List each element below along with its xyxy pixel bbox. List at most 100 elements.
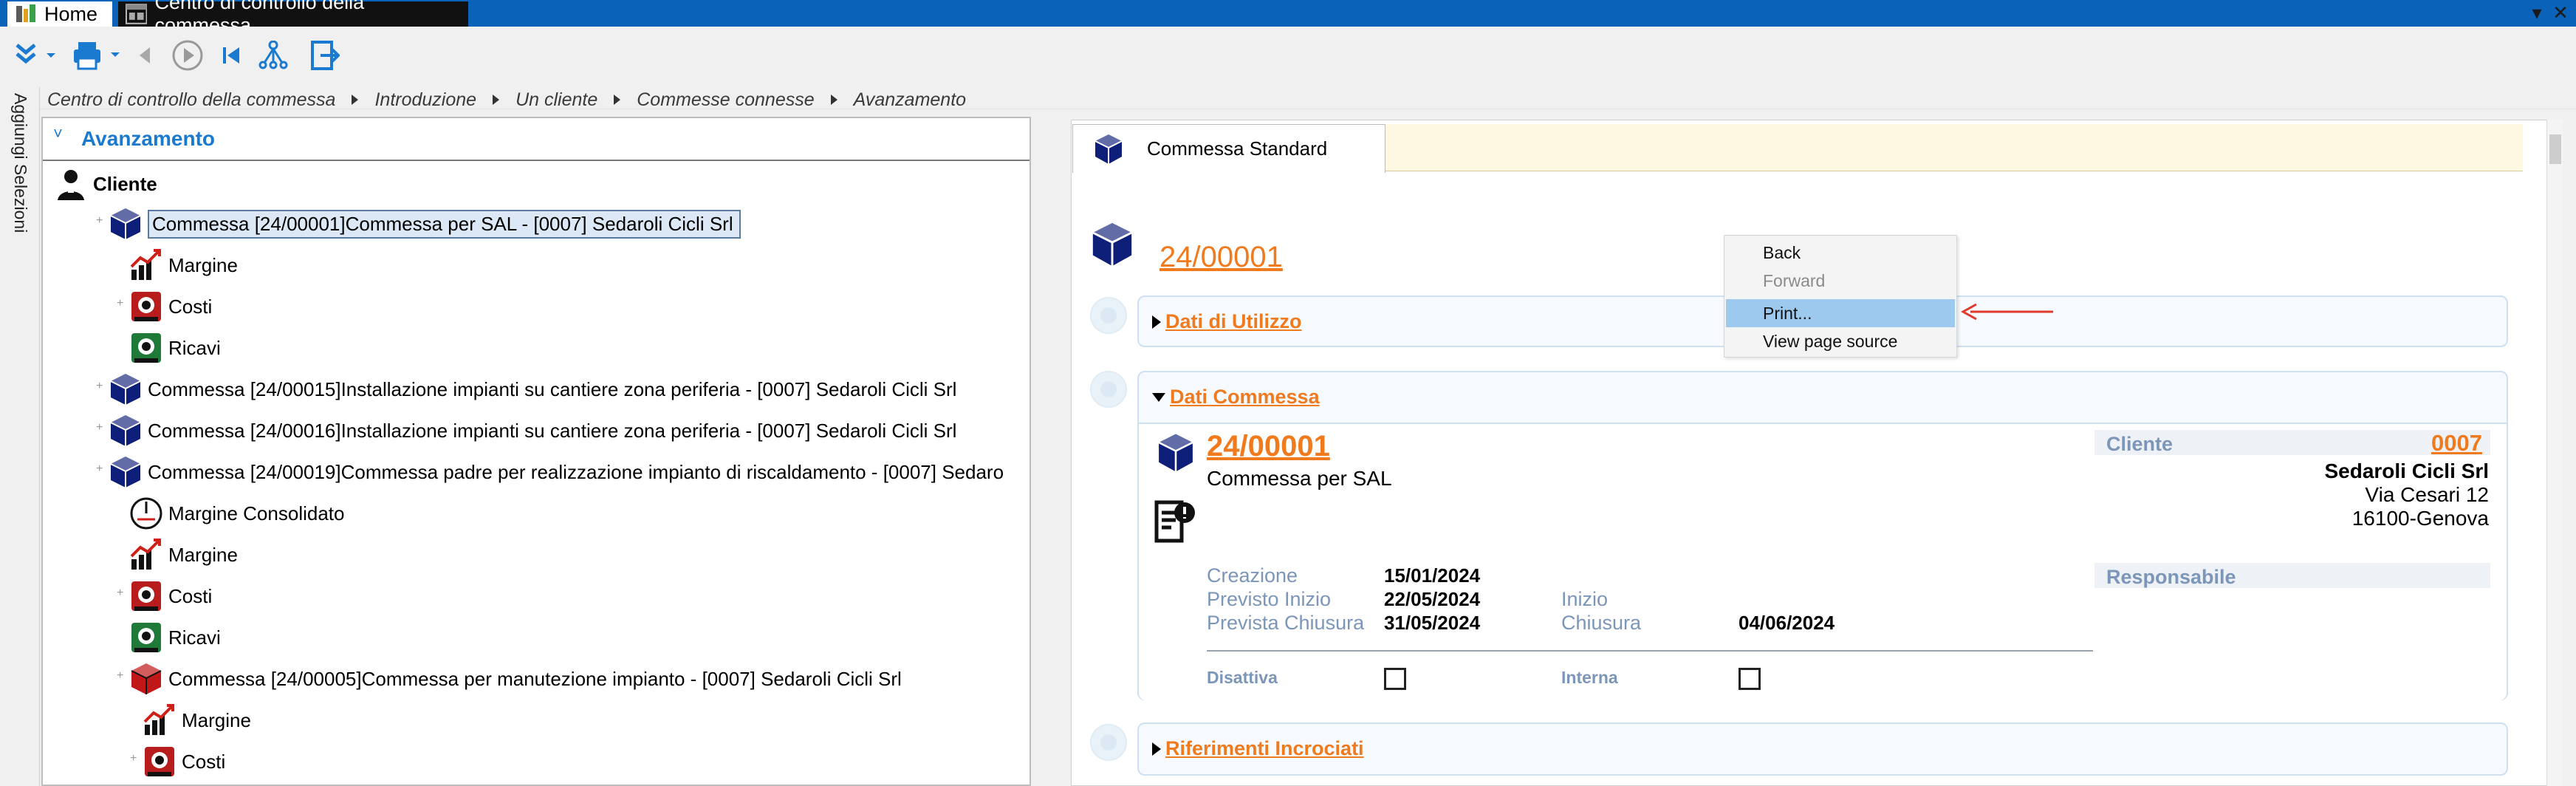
prevista-chiusura-value: 31/05/2024 [1384, 612, 1481, 634]
disattiva-checkbox[interactable] [1384, 668, 1406, 690]
tree-item-label: Commessa [24/00016]Installazione impiant… [148, 419, 957, 442]
tab-home[interactable]: Home [7, 1, 112, 27]
breadcrumb-item[interactable]: Centro di controllo della commessa [47, 89, 335, 111]
tree-title: Avanzamento [81, 127, 216, 150]
breadcrumb-separator-icon [352, 95, 359, 105]
tab-commessa-standard[interactable]: Commessa Standard [1072, 124, 1385, 173]
margin-chart-icon [130, 539, 161, 570]
document-note-icon[interactable] [1152, 499, 1198, 547]
breadcrumb-item-current: Avanzamento [853, 89, 967, 110]
section-dati-utilizzo-label: Dati di Utilizzo [1165, 310, 1302, 332]
commessa-cube-icon [1092, 222, 1132, 267]
first-button[interactable] [214, 37, 248, 74]
tree-item[interactable]: Commessa [24/00015]Installazione impiant… [108, 369, 956, 409]
printer-icon [74, 42, 120, 70]
tree-panel: ˅ Avanzamento Cliente + Commessa [24/0000… [41, 117, 1031, 786]
tree-item[interactable]: Commessa [24/00005]Commessa per manutezi… [129, 659, 902, 699]
interna-label: Interna [1561, 668, 1618, 687]
window-close-icon[interactable]: ✕ [2549, 1, 2572, 24]
window-dropdown-icon[interactable]: ▾ [2526, 1, 2548, 24]
inizio-label: Inizio [1561, 588, 1609, 610]
tree-item[interactable]: Costi [129, 576, 212, 616]
tree-item[interactable]: Commessa [24/00001]Commessa per SAL - [0… [108, 204, 741, 244]
section-dati-commessa-label: Dati Commessa [1170, 386, 1320, 408]
content-scrollbar[interactable] [2546, 120, 2563, 786]
section-dati-commessa-header[interactable]: Dati Commessa [1152, 386, 1320, 409]
breadcrumb-separator-icon [614, 95, 621, 105]
context-menu-back[interactable]: Back [1726, 239, 1955, 267]
exit-button[interactable] [307, 37, 343, 74]
back-button[interactable] [131, 37, 158, 74]
print-button[interactable] [71, 37, 126, 74]
play-circle-icon [172, 40, 203, 71]
tree-item[interactable]: Ricavi [129, 618, 221, 657]
context-menu-view-source[interactable]: View page source [1726, 327, 1955, 355]
context-menu-forward[interactable]: Forward [1726, 267, 1955, 295]
hierarchy-button[interactable] [257, 37, 290, 74]
tree-item[interactable]: Costi [142, 742, 225, 782]
skip-first-icon [223, 47, 239, 64]
triangle-left-icon [140, 47, 150, 64]
cube-icon [110, 457, 141, 488]
play-button[interactable] [167, 37, 208, 74]
tab-centro-controllo[interactable]: Centro di controllo della commessa [118, 0, 468, 36]
tree-expander-icon[interactable]: + [96, 462, 103, 476]
panel-splitter[interactable] [1031, 117, 1058, 786]
interna-checkbox[interactable] [1739, 668, 1761, 690]
tree-expander-icon[interactable]: + [96, 380, 103, 393]
double-chevron-down-icon [16, 44, 55, 64]
tree-expander-icon[interactable]: + [96, 421, 103, 434]
collapse-menu-button[interactable] [10, 37, 62, 74]
margin-chart-icon [143, 704, 174, 735]
tree-item[interactable]: Margine [129, 535, 238, 575]
scrollbar-thumb[interactable] [2549, 134, 2561, 164]
tab-commessa-standard-label: Commessa Standard [1147, 137, 1328, 160]
triangle-right-icon [1152, 315, 1161, 329]
tree-item-label: Costi [168, 295, 213, 318]
costs-register-icon [131, 581, 161, 611]
detail-divider [1207, 650, 2093, 652]
previsto-inizio-label: Previsto Inizio [1207, 588, 1332, 610]
tab-home-label: Home [44, 2, 98, 25]
cliente-code-link[interactable]: 0007 [2431, 430, 2482, 457]
creazione-label: Creazione [1207, 564, 1298, 587]
title-bar: Home Centro di controllo della commessa … [0, 0, 2576, 36]
tree-expander-icon[interactable]: + [117, 587, 123, 600]
context-menu-print[interactable]: Print... [1726, 299, 1955, 327]
exit-icon [311, 41, 340, 70]
section-riferimenti-header[interactable]: Riferimenti Incrociati [1152, 737, 1364, 760]
tree-item[interactable]: Commessa [24/00019]Commessa padre per re… [108, 452, 1004, 492]
tree-item-label: Margine [168, 253, 238, 276]
section-riferimenti-label: Riferimenti Incrociati [1165, 737, 1364, 759]
chevron-down-icon[interactable]: ˅ [53, 124, 63, 143]
tree-root-cliente[interactable]: Cliente [53, 164, 157, 204]
tree-expander-icon[interactable]: + [96, 214, 103, 228]
tree-item-label: Margine [182, 708, 251, 731]
tree-item[interactable]: Margine Consolidato [129, 493, 344, 533]
cube-red-icon [131, 663, 162, 694]
commessa-header-code[interactable]: 24/00001 [1159, 241, 1283, 274]
tree-item[interactable]: Commessa [24/00016]Installazione impiant… [108, 411, 956, 451]
breadcrumb-item[interactable]: Un cliente [515, 89, 597, 111]
disattiva-label: Disattiva [1207, 668, 1278, 687]
tree-item[interactable]: Costi [129, 287, 212, 327]
tree-expander-icon[interactable]: + [130, 752, 137, 765]
tree-item[interactable]: Margine [129, 245, 238, 285]
chiusura-value: 04/06/2024 [1739, 612, 1835, 634]
previsto-inizio-value: 22/05/2024 [1384, 588, 1481, 610]
breadcrumb-item[interactable]: Introduzione [374, 89, 476, 111]
tree-item[interactable]: Margine [142, 700, 251, 740]
client-person-icon [58, 170, 84, 200]
tree-expander-icon[interactable]: + [117, 297, 123, 310]
add-selections-tab[interactable]: Aggiungi Selezioni [10, 93, 30, 233]
context-menu: Back Forward Print... View page source [1724, 235, 1957, 358]
revenue-register-icon [131, 333, 161, 363]
tree-expander-icon[interactable]: + [117, 669, 123, 683]
commessa-description: Commessa per SAL [1207, 467, 1392, 490]
commessa-code-link[interactable]: 24/00001 [1207, 430, 1330, 463]
tree-item[interactable]: Ricavi [129, 328, 221, 368]
cliente-name: Sedaroli Cicli Srl [2324, 459, 2489, 482]
section-riferimenti: Riferimenti Incrociati [1137, 722, 2508, 776]
section-dati-utilizzo-header[interactable]: Dati di Utilizzo [1152, 310, 1302, 333]
breadcrumb-item[interactable]: Commesse connesse [637, 89, 814, 111]
